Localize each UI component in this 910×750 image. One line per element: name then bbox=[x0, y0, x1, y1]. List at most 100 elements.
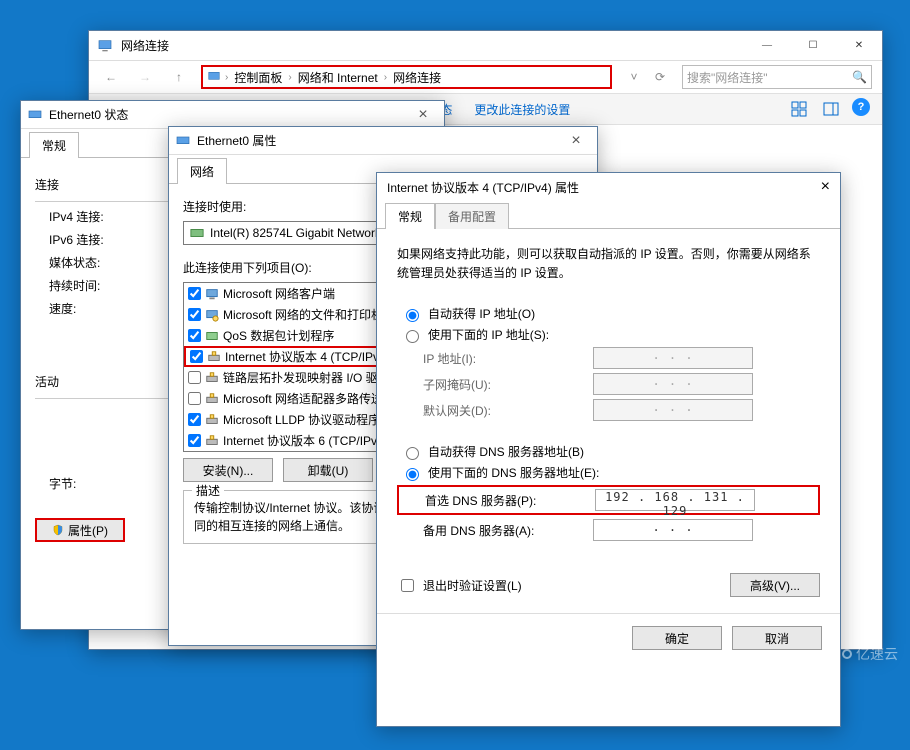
proto-icon bbox=[205, 371, 219, 385]
item-checkbox[interactable] bbox=[188, 392, 201, 405]
search-placeholder: 搜索"网络连接" bbox=[687, 69, 768, 86]
ipv4-title: Internet 协议版本 4 (TCP/IPv4) 属性 bbox=[387, 179, 579, 196]
close-button[interactable]: × bbox=[561, 132, 591, 150]
changesettings-button[interactable]: 更改此连接的设置 bbox=[474, 101, 570, 118]
ethernet-icon bbox=[27, 107, 43, 123]
search-icon: 🔍 bbox=[852, 70, 867, 84]
ip-address-input: . . . bbox=[593, 347, 753, 369]
label-ipv6: IPv6 连接: bbox=[49, 231, 139, 248]
description-legend: 描述 bbox=[192, 482, 224, 499]
item-label: Microsoft LLDP 协议驱动程序 bbox=[223, 411, 380, 428]
ethernet-icon bbox=[175, 133, 191, 149]
minimize-button[interactable]: — bbox=[744, 31, 790, 61]
ok-button[interactable]: 确定 bbox=[632, 626, 722, 650]
radio-auto-ip[interactable]: 自动获得 IP 地址(O) bbox=[401, 305, 820, 322]
ipv4-intro: 如果网络支持此功能，则可以获取自动指派的 IP 设置。否则，你需要从网络系统管理… bbox=[397, 245, 820, 283]
properties-button[interactable]: 属性(P) bbox=[35, 518, 125, 542]
status-title: Ethernet0 状态 bbox=[49, 106, 128, 123]
proto-icon bbox=[205, 413, 219, 427]
item-checkbox[interactable] bbox=[188, 434, 201, 447]
preview-pane-button[interactable] bbox=[820, 98, 842, 120]
radio-manual-dns[interactable]: 使用下面的 DNS 服务器地址(E): bbox=[401, 464, 820, 481]
item-label: Internet 协议版本 4 (TCP/IPv4) bbox=[225, 348, 390, 365]
ipv4-titlebar[interactable]: Internet 协议版本 4 (TCP/IPv4) 属性 × bbox=[377, 173, 840, 201]
radio-auto-ip-input[interactable] bbox=[406, 309, 419, 322]
search-box[interactable]: 搜索"网络连接" 🔍 bbox=[682, 65, 872, 89]
client-icon bbox=[205, 287, 219, 301]
forward-button[interactable]: → bbox=[133, 65, 157, 89]
advanced-button[interactable]: 高级(V)... bbox=[730, 573, 820, 597]
breadcrumb-item[interactable]: 网络和 Internet bbox=[296, 69, 380, 86]
network-icon bbox=[97, 38, 113, 54]
install-button[interactable]: 安装(N)... bbox=[183, 458, 273, 482]
breadcrumb-item[interactable]: 网络连接 bbox=[391, 69, 443, 86]
radio-manual-ip[interactable]: 使用下面的 IP 地址(S): bbox=[401, 326, 820, 343]
item-label: QoS 数据包计划程序 bbox=[223, 327, 334, 344]
item-checkbox[interactable] bbox=[190, 350, 203, 363]
tab-general[interactable]: 常规 bbox=[385, 203, 435, 229]
alt-dns-input[interactable]: . . . bbox=[593, 519, 753, 541]
label-bytes: 字节: bbox=[49, 475, 139, 492]
explorer-titlebar[interactable]: 网络连接 — ☐ ✕ bbox=[89, 31, 882, 61]
help-button[interactable]: ? bbox=[852, 98, 870, 116]
proto-icon bbox=[207, 350, 221, 364]
ipv4-tabs: 常规 备用配置 bbox=[377, 201, 840, 229]
item-checkbox[interactable] bbox=[188, 287, 201, 300]
radio-auto-dns[interactable]: 自动获得 DNS 服务器地址(B) bbox=[401, 443, 820, 460]
tab-alt-config[interactable]: 备用配置 bbox=[435, 203, 509, 229]
label-duration: 持续时间: bbox=[49, 277, 139, 294]
explorer-address-bar: ← → ↑ › 控制面板 › 网络和 Internet › 网络连接 ˅ ⟳ 搜… bbox=[89, 61, 882, 93]
default-gateway-input: . . . bbox=[593, 399, 753, 421]
breadcrumb-item[interactable]: 控制面板 bbox=[232, 69, 284, 86]
shield-icon bbox=[52, 524, 64, 536]
back-button[interactable]: ← bbox=[99, 65, 123, 89]
subnet-mask-input: . . . bbox=[593, 373, 753, 395]
uninstall-button[interactable]: 卸载(U) bbox=[283, 458, 373, 482]
qos-icon bbox=[205, 329, 219, 343]
ip-group: 自动获得 IP 地址(O) 使用下面的 IP 地址(S): IP 地址(I): … bbox=[397, 297, 820, 435]
close-button[interactable]: × bbox=[821, 178, 830, 196]
item-label: Microsoft 网络客户端 bbox=[223, 285, 335, 302]
cancel-button[interactable]: 取消 bbox=[732, 626, 822, 650]
refresh-button[interactable]: ⟳ bbox=[648, 65, 672, 89]
item-checkbox[interactable] bbox=[188, 413, 201, 426]
item-checkbox[interactable] bbox=[188, 308, 201, 321]
radio-auto-dns-input[interactable] bbox=[406, 447, 419, 460]
dropdown-history-button[interactable]: ˅ bbox=[622, 65, 646, 89]
tab-general[interactable]: 常规 bbox=[29, 132, 79, 158]
label-default-gateway: 默认网关(D): bbox=[423, 402, 593, 419]
dns-group: 自动获得 DNS 服务器地址(B) 使用下面的 DNS 服务器地址(E): 首选… bbox=[397, 435, 820, 555]
nic-icon bbox=[190, 226, 204, 240]
item-checkbox[interactable] bbox=[188, 371, 201, 384]
ipv4-dialog-buttons: 确定 取消 bbox=[377, 613, 840, 662]
radio-manual-dns-input[interactable] bbox=[406, 468, 419, 481]
breadcrumb[interactable]: › 控制面板 › 网络和 Internet › 网络连接 bbox=[201, 65, 612, 89]
tcpip-v4-properties-window: Internet 协议版本 4 (TCP/IPv4) 属性 × 常规 备用配置 … bbox=[376, 172, 841, 727]
item-label: Internet 协议版本 6 (TCP/IPv6) bbox=[223, 432, 388, 449]
proto-icon bbox=[205, 434, 219, 448]
close-button[interactable]: × bbox=[408, 106, 438, 124]
explorer-title: 网络连接 bbox=[121, 37, 169, 54]
item-checkbox[interactable] bbox=[188, 329, 201, 342]
props-titlebar[interactable]: Ethernet0 属性 × bbox=[169, 127, 597, 155]
radio-manual-ip-input[interactable] bbox=[406, 330, 419, 343]
close-button[interactable]: ✕ bbox=[836, 31, 882, 61]
label-speed: 速度: bbox=[49, 300, 139, 317]
label-ipv4: IPv4 连接: bbox=[49, 208, 139, 225]
up-button[interactable]: ↑ bbox=[167, 65, 191, 89]
view-layout-button[interactable] bbox=[788, 98, 810, 120]
status-titlebar[interactable]: Ethernet0 状态 × bbox=[21, 101, 444, 129]
network-icon bbox=[207, 70, 221, 84]
primary-dns-input[interactable]: 192 . 168 . 131 . 129 bbox=[595, 489, 755, 511]
validate-checkbox-input[interactable] bbox=[401, 579, 414, 592]
chevron-right-icon: › bbox=[384, 72, 387, 83]
tab-network[interactable]: 网络 bbox=[177, 158, 227, 184]
label-ip-address: IP 地址(I): bbox=[423, 350, 593, 367]
label-media: 媒体状态: bbox=[49, 254, 139, 271]
watermark-icon bbox=[842, 649, 852, 659]
properties-button-label: 属性(P) bbox=[68, 522, 108, 539]
label-alt-dns: 备用 DNS 服务器(A): bbox=[423, 522, 593, 539]
validate-on-exit-checkbox[interactable]: 退出时验证设置(L) bbox=[397, 576, 522, 595]
chevron-right-icon: › bbox=[288, 72, 291, 83]
maximize-button[interactable]: ☐ bbox=[790, 31, 836, 61]
